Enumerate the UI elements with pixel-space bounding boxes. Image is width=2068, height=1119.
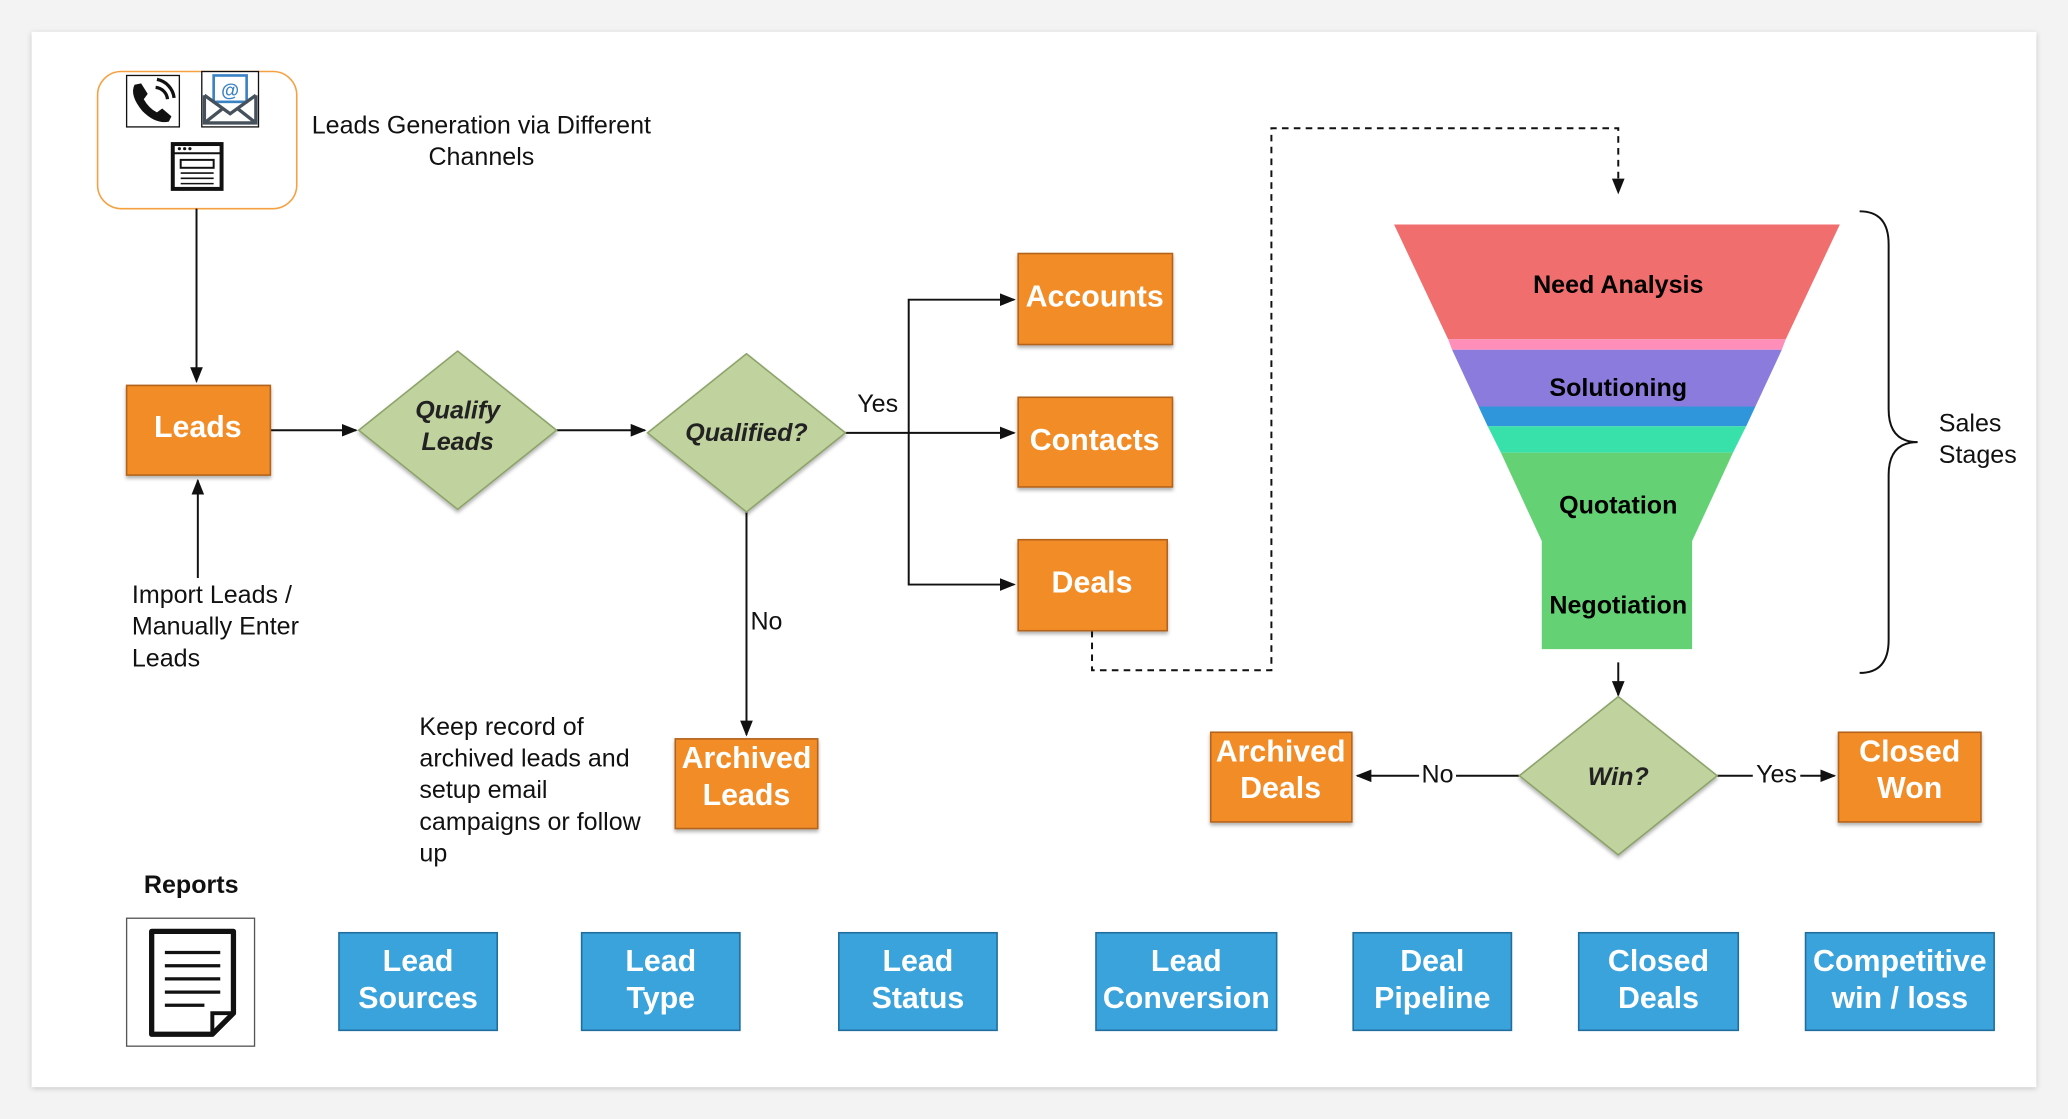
archived-leads-label-2: Leads — [703, 779, 791, 812]
report-label-2: win / loss — [1831, 982, 1969, 1015]
report-label-2: Deals — [1618, 982, 1699, 1015]
report-label-2: Sources — [358, 982, 478, 1015]
closed-won-box[interactable]: Closed Won — [1837, 731, 1982, 823]
contacts-label: Contacts — [1030, 424, 1160, 457]
leads-label: Leads — [154, 411, 242, 444]
qualify-label-1: Qualify — [415, 396, 501, 424]
stage-solutioning: Solutioning — [1549, 374, 1687, 402]
sales-stages-label-1: Sales — [1939, 410, 2002, 438]
sales-stages-label-2: Stages — [1939, 441, 2017, 469]
report-document-icon — [125, 917, 256, 1047]
report-closed-deals-button[interactable]: Closed Deals — [1577, 931, 1740, 1032]
stage-need-analysis: Need Analysis — [1533, 271, 1703, 299]
yes-label: Yes — [857, 390, 898, 418]
closed-won-label-1: Closed — [1859, 735, 1960, 768]
accounts-box[interactable]: Accounts — [1017, 252, 1174, 346]
report-label-1: Closed — [1608, 945, 1709, 978]
funnel-band-blue — [1478, 406, 1756, 427]
leads-box[interactable]: Leads — [125, 384, 272, 476]
no-label: No — [750, 607, 782, 635]
reports-title: Reports — [144, 871, 239, 899]
stage-quotation: Quotation — [1559, 491, 1677, 519]
report-label-1: Lead — [883, 945, 954, 978]
report-label-2: Pipeline — [1374, 982, 1490, 1015]
funnel-band-pink — [1448, 339, 1786, 350]
archive-note-1: Keep record of — [419, 713, 583, 741]
archived-deals-box[interactable]: Archived Deals — [1209, 731, 1353, 823]
channels-label-2: Channels — [428, 143, 534, 171]
import-note-1: Import Leads / — [132, 581, 292, 609]
report-lead-status-button[interactable]: Lead Status — [838, 931, 998, 1032]
phone-icon — [125, 74, 181, 128]
archive-note-2: archived leads and — [419, 745, 629, 773]
deals-box[interactable]: Deals — [1017, 538, 1168, 632]
import-note-2: Manually Enter — [132, 613, 299, 641]
archive-note-5: up — [419, 840, 447, 868]
win-label: Win? — [1588, 763, 1649, 791]
report-competitive-win-loss-button[interactable]: Competitive win / loss — [1804, 931, 1995, 1032]
sales-flow-diagram: @ Leads Generation via Different Channel… — [31, 31, 2037, 1088]
report-lead-sources-button[interactable]: Lead Sources — [338, 931, 499, 1032]
qualified-label: Qualified? — [685, 419, 807, 447]
report-label-1: Lead — [1151, 945, 1222, 978]
report-lead-conversion-button[interactable]: Lead Conversion — [1095, 931, 1278, 1032]
report-label-1: Lead — [625, 945, 696, 978]
archived-leads-label-1: Archived — [682, 742, 812, 775]
channels-box: @ — [96, 70, 298, 210]
email-icon: @ — [201, 70, 260, 128]
report-deal-pipeline-button[interactable]: Deal Pipeline — [1352, 931, 1513, 1032]
report-label-1: Lead — [383, 945, 454, 978]
archived-leads-box[interactable]: Archived Leads — [674, 738, 819, 830]
report-label-2: Status — [872, 982, 965, 1015]
archive-note-4: campaigns or follow — [419, 808, 641, 836]
report-lead-type-button[interactable]: Lead Type — [580, 931, 741, 1032]
funnel-band-teal — [1487, 426, 1747, 453]
deals-label: Deals — [1052, 566, 1133, 599]
channels-label-1: Leads Generation via Different — [312, 112, 651, 140]
closed-won-label-2: Won — [1877, 772, 1942, 805]
report-label-2: Type — [626, 982, 695, 1015]
accounts-label: Accounts — [1026, 280, 1164, 313]
qualify-label-2: Leads — [421, 428, 493, 456]
archive-note-3: setup email — [419, 776, 547, 804]
report-label-1: Competitive — [1813, 945, 1987, 978]
import-note-3: Leads — [132, 644, 200, 672]
win-yes-label: Yes — [1756, 760, 1797, 788]
svg-text:@: @ — [221, 80, 239, 101]
web-form-icon — [170, 142, 224, 191]
contacts-box[interactable]: Contacts — [1017, 396, 1174, 488]
report-label-2: Conversion — [1103, 982, 1270, 1015]
stage-negotiation: Negotiation — [1549, 592, 1687, 620]
report-label-1: Deal — [1400, 945, 1464, 978]
archived-deals-label-1: Archived — [1216, 735, 1346, 768]
archived-deals-label-2: Deals — [1240, 772, 1321, 805]
win-no-label: No — [1422, 760, 1454, 788]
